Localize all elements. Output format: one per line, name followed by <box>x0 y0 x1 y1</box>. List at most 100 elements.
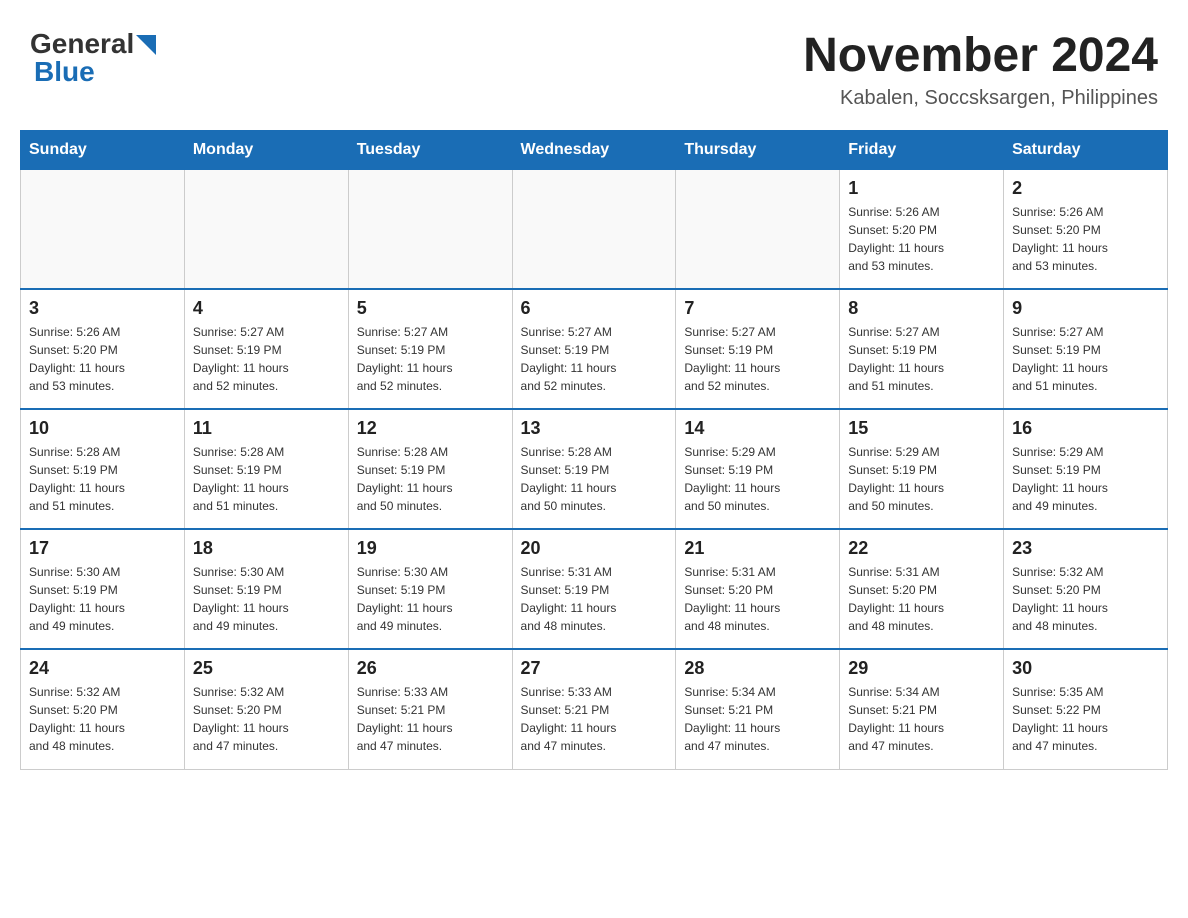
day-info: Sunrise: 5:27 AM Sunset: 5:19 PM Dayligh… <box>357 323 504 395</box>
day-info: Sunrise: 5:31 AM Sunset: 5:20 PM Dayligh… <box>848 563 995 635</box>
calendar-cell: 11Sunrise: 5:28 AM Sunset: 5:19 PM Dayli… <box>184 409 348 529</box>
day-number: 25 <box>193 658 340 679</box>
calendar-cell: 29 Sunrise: 5:34 AM Sunset: 5:21 PM Dayli… <box>840 649 1004 769</box>
day-info: Sunrise: 5:35 AM Sunset: 5:22 PM Dayligh… <box>1012 683 1159 755</box>
calendar-cell: 26 Sunrise: 5:33 AM Sunset: 5:21 PM Dayli… <box>348 649 512 769</box>
week-row-3: 10 Sunrise: 5:28 AM Sunset: 5:19 PM Dayli… <box>21 409 1168 529</box>
day-number: 14 <box>684 418 831 439</box>
day-number: 24 <box>29 658 176 679</box>
calendar-cell <box>184 169 348 289</box>
day-info: Sunrise: 5:31 AM Sunset: 5:19 PM Dayligh… <box>521 563 668 635</box>
day-info: Sunrise: 5:28 AM Sunset: 5:19 PM Dayligh… <box>193 443 340 515</box>
day-number: 13 <box>521 418 668 439</box>
day-number: 19 <box>357 538 504 559</box>
day-info: Sunrise: 5:31 AM Sunset: 5:20 PM Dayligh… <box>684 563 831 635</box>
day-info: Sunrise: 5:32 AM Sunset: 5:20 PM Dayligh… <box>1012 563 1159 635</box>
day-number: 28 <box>684 658 831 679</box>
day-number: 8 <box>848 298 995 319</box>
day-number: 2 <box>1012 178 1159 199</box>
calendar-cell: 20 Sunrise: 5:31 AM Sunset: 5:19 PM Dayli… <box>512 529 676 649</box>
day-info: Sunrise: 5:27 AM Sunset: 5:19 PM Dayligh… <box>193 323 340 395</box>
day-info: Sunrise: 5:32 AM Sunset: 5:20 PM Dayligh… <box>29 683 176 755</box>
day-info: Sunrise: 5:34 AM Sunset: 5:21 PM Dayligh… <box>848 683 995 755</box>
calendar-cell: 18Sunrise: 5:30 AM Sunset: 5:19 PM Dayli… <box>184 529 348 649</box>
weekday-header-friday: Friday <box>840 130 1004 169</box>
calendar-cell: 17Sunrise: 5:30 AM Sunset: 5:19 PM Dayli… <box>21 529 185 649</box>
weekday-header-saturday: Saturday <box>1004 130 1168 169</box>
calendar-cell: 15 Sunrise: 5:29 AM Sunset: 5:19 PM Dayli… <box>840 409 1004 529</box>
day-info: Sunrise: 5:33 AM Sunset: 5:21 PM Dayligh… <box>521 683 668 755</box>
calendar-cell: 24 Sunrise: 5:32 AM Sunset: 5:20 PM Dayli… <box>21 649 185 769</box>
weekday-header-thursday: Thursday <box>676 130 840 169</box>
day-number: 18 <box>193 538 340 559</box>
calendar-cell <box>348 169 512 289</box>
calendar-cell: 3 Sunrise: 5:26 AM Sunset: 5:20 PM Daylig… <box>21 289 185 409</box>
logo-blue-text: Blue <box>30 58 95 86</box>
calendar-cell: 27 Sunrise: 5:33 AM Sunset: 5:21 PM Dayli… <box>512 649 676 769</box>
day-info: Sunrise: 5:32 AM Sunset: 5:20 PM Dayligh… <box>193 683 340 755</box>
day-info: Sunrise: 5:29 AM Sunset: 5:19 PM Dayligh… <box>848 443 995 515</box>
calendar-cell: 13 Sunrise: 5:28 AM Sunset: 5:19 PM Dayli… <box>512 409 676 529</box>
day-info: Sunrise: 5:29 AM Sunset: 5:19 PM Dayligh… <box>684 443 831 515</box>
day-number: 22 <box>848 538 995 559</box>
day-number: 27 <box>521 658 668 679</box>
day-number: 6 <box>521 298 668 319</box>
day-number: 9 <box>1012 298 1159 319</box>
week-row-5: 24 Sunrise: 5:32 AM Sunset: 5:20 PM Dayli… <box>21 649 1168 769</box>
weekday-header-tuesday: Tuesday <box>348 130 512 169</box>
week-row-1: 1 Sunrise: 5:26 AM Sunset: 5:20 PM Daylig… <box>21 169 1168 289</box>
day-info: Sunrise: 5:27 AM Sunset: 5:19 PM Dayligh… <box>848 323 995 395</box>
calendar-cell: 5Sunrise: 5:27 AM Sunset: 5:19 PM Daylig… <box>348 289 512 409</box>
weekday-header-wednesday: Wednesday <box>512 130 676 169</box>
calendar-cell: 12 Sunrise: 5:28 AM Sunset: 5:19 PM Dayli… <box>348 409 512 529</box>
day-info: Sunrise: 5:30 AM Sunset: 5:19 PM Dayligh… <box>29 563 176 635</box>
calendar-cell <box>676 169 840 289</box>
day-number: 16 <box>1012 418 1159 439</box>
day-number: 26 <box>357 658 504 679</box>
calendar-table: SundayMondayTuesdayWednesdayThursdayFrid… <box>20 130 1168 770</box>
day-number: 7 <box>684 298 831 319</box>
day-info: Sunrise: 5:27 AM Sunset: 5:19 PM Dayligh… <box>1012 323 1159 395</box>
day-info: Sunrise: 5:28 AM Sunset: 5:19 PM Dayligh… <box>357 443 504 515</box>
calendar-cell: 25 Sunrise: 5:32 AM Sunset: 5:20 PM Dayli… <box>184 649 348 769</box>
calendar-cell <box>21 169 185 289</box>
calendar-cell: 16 Sunrise: 5:29 AM Sunset: 5:19 PM Dayli… <box>1004 409 1168 529</box>
day-info: Sunrise: 5:26 AM Sunset: 5:20 PM Dayligh… <box>1012 203 1159 275</box>
day-number: 12 <box>357 418 504 439</box>
day-number: 4 <box>193 298 340 319</box>
calendar-cell: 19Sunrise: 5:30 AM Sunset: 5:19 PM Dayli… <box>348 529 512 649</box>
calendar-cell: 21Sunrise: 5:31 AM Sunset: 5:20 PM Dayli… <box>676 529 840 649</box>
weekday-header-monday: Monday <box>184 130 348 169</box>
week-row-4: 17Sunrise: 5:30 AM Sunset: 5:19 PM Dayli… <box>21 529 1168 649</box>
calendar-cell: 30 Sunrise: 5:35 AM Sunset: 5:22 PM Dayli… <box>1004 649 1168 769</box>
weekday-header-sunday: Sunday <box>21 130 185 169</box>
logo-arrow-icon <box>136 35 156 55</box>
day-info: Sunrise: 5:33 AM Sunset: 5:21 PM Dayligh… <box>357 683 504 755</box>
day-number: 29 <box>848 658 995 679</box>
calendar-cell: 6 Sunrise: 5:27 AM Sunset: 5:19 PM Daylig… <box>512 289 676 409</box>
day-number: 1 <box>848 178 995 199</box>
day-info: Sunrise: 5:27 AM Sunset: 5:19 PM Dayligh… <box>521 323 668 395</box>
day-info: Sunrise: 5:29 AM Sunset: 5:19 PM Dayligh… <box>1012 443 1159 515</box>
day-number: 3 <box>29 298 176 319</box>
day-info: Sunrise: 5:26 AM Sunset: 5:20 PM Dayligh… <box>29 323 176 395</box>
day-number: 23 <box>1012 538 1159 559</box>
logo-general-text: General <box>30 30 134 58</box>
month-title: November 2024 <box>803 30 1158 83</box>
logo: General Blue <box>30 30 156 86</box>
calendar-cell: 1 Sunrise: 5:26 AM Sunset: 5:20 PM Daylig… <box>840 169 1004 289</box>
day-number: 30 <box>1012 658 1159 679</box>
day-info: Sunrise: 5:27 AM Sunset: 5:19 PM Dayligh… <box>684 323 831 395</box>
calendar-cell: 8 Sunrise: 5:27 AM Sunset: 5:19 PM Daylig… <box>840 289 1004 409</box>
calendar-cell: 22 Sunrise: 5:31 AM Sunset: 5:20 PM Dayli… <box>840 529 1004 649</box>
day-number: 15 <box>848 418 995 439</box>
day-info: Sunrise: 5:28 AM Sunset: 5:19 PM Dayligh… <box>521 443 668 515</box>
calendar-cell <box>512 169 676 289</box>
calendar-cell: 7 Sunrise: 5:27 AM Sunset: 5:19 PM Daylig… <box>676 289 840 409</box>
day-number: 20 <box>521 538 668 559</box>
calendar-cell: 28 Sunrise: 5:34 AM Sunset: 5:21 PM Dayli… <box>676 649 840 769</box>
day-number: 10 <box>29 418 176 439</box>
calendar-cell: 4 Sunrise: 5:27 AM Sunset: 5:19 PM Daylig… <box>184 289 348 409</box>
day-info: Sunrise: 5:26 AM Sunset: 5:20 PM Dayligh… <box>848 203 995 275</box>
day-info: Sunrise: 5:34 AM Sunset: 5:21 PM Dayligh… <box>684 683 831 755</box>
